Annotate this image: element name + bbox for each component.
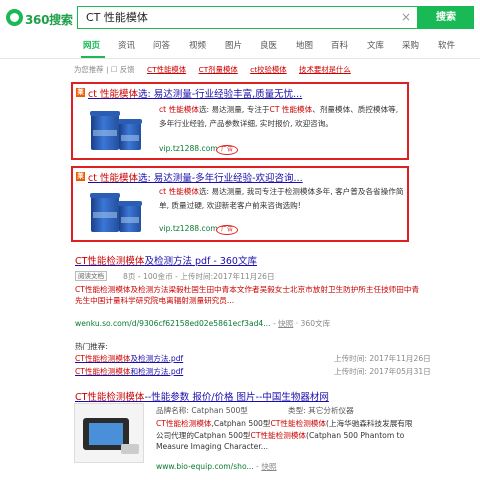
related-link[interactable]: CT性能检测模体和检测方法.pdf <box>75 366 183 377</box>
recommend-link[interactable]: 技术要材是什么 <box>299 65 351 74</box>
tab-purchase[interactable]: 采购 <box>402 39 419 51</box>
recommend-label: 为您推荐 <box>74 65 104 74</box>
search-button[interactable]: 搜索 <box>418 6 474 29</box>
doc-meta: 8页 - 100金币 - 上传时间:2017年11月26日 <box>123 272 275 281</box>
tab-health[interactable]: 良医 <box>260 39 277 51</box>
recommend-link[interactable]: ct校验模体 <box>250 65 287 74</box>
ad-url[interactable]: vip.tz1288.com <box>159 224 218 233</box>
snapshot-link[interactable]: 快照 <box>278 319 293 328</box>
related-link[interactable]: CT性能检测模体及检测方法.pdf <box>75 353 183 364</box>
ad-result-2: 莱 ct 性能模体选: 易达测量-多年行业经验-欢迎咨询... ct 性能模体选… <box>71 166 409 242</box>
search-box[interactable]: × <box>77 6 418 29</box>
type-field: 类型: 其它分析仪器 <box>288 406 354 415</box>
ad-title[interactable]: ct 性能模体选: 易达测量-多年行业经验-欢迎咨询... <box>88 170 303 184</box>
tab-web[interactable]: 网页 <box>83 39 100 51</box>
read-doc-tag[interactable]: 阅读文档 <box>75 271 107 281</box>
recommend-bar: 为您推荐 | ☐ 反馈 CT性能模体 CT剂量模体 ct校验模体 技术要材是什么 <box>74 64 351 75</box>
tab-baike[interactable]: 百科 <box>331 39 348 51</box>
doc-description: CT性能检测模体及检测方法梁毅杜国生田中青本文作者吴毅女士北京市放射卫生防护所主… <box>75 285 420 305</box>
library-link[interactable]: 360文库 <box>301 319 331 328</box>
logo-icon <box>6 9 23 26</box>
feedback-link[interactable]: 反馈 <box>120 65 135 74</box>
tab-bar: 网页 资讯 问答 视频 图片 良医 地图 百科 文库 采购 软件 <box>0 39 480 57</box>
product-image[interactable] <box>85 186 151 238</box>
tab-video[interactable]: 视频 <box>189 39 206 51</box>
related-heading: 热门推荐: <box>75 342 108 351</box>
snapshot-link[interactable]: 快照 <box>261 462 276 471</box>
tab-wenku[interactable]: 文库 <box>367 39 384 51</box>
logo-text: 360搜索 <box>25 13 73 27</box>
ad-icon: 莱 <box>76 172 85 181</box>
ad-title[interactable]: ct 性能模体选: 易达测量-行业经验丰富,质量无忧... <box>88 86 302 100</box>
doc-url[interactable]: wenku.so.com/d/9306cf62158ed02e5861ecf3a… <box>75 318 330 329</box>
ad-result-1: 莱 ct 性能模体选: 易达测量-行业经验丰富,质量无忧... ct 性能模体选… <box>71 82 409 160</box>
tab-images[interactable]: 图片 <box>225 39 242 51</box>
tab-software[interactable]: 软件 <box>438 39 455 51</box>
ad-badge: 广告 <box>216 225 238 235</box>
tab-qa[interactable]: 问答 <box>153 39 170 51</box>
product-image[interactable] <box>85 104 151 156</box>
tab-news[interactable]: 资讯 <box>118 39 135 51</box>
ad-badge: 广告 <box>216 145 238 155</box>
feedback-icon[interactable]: ☐ <box>111 65 118 74</box>
product-thumbnail[interactable] <box>74 403 144 463</box>
ad-icon: 莱 <box>76 88 85 97</box>
clear-icon[interactable]: × <box>401 10 411 24</box>
related-date: 上传时间: 2017年05月31日 <box>334 367 431 376</box>
doc-meta-row: 阅读文档 <box>75 270 107 281</box>
doc-title[interactable]: CT性能检测模体及检测方法 pdf - 360文库 <box>75 253 257 267</box>
search-input[interactable] <box>86 10 386 23</box>
related-date: 上传时间: 2017年11月26日 <box>334 354 431 363</box>
result-description: CT性能检测模体,Catphan 500型CT性能检测模体(上海华驰森科技发展有… <box>156 419 413 451</box>
ad-description: ct 性能模体选: 易达测量, 专注于CT 性能模体、剂量模体、质控模体等, 多… <box>159 105 399 128</box>
result-url[interactable]: www.bio-equip.com/sho... - 快照 <box>156 461 277 472</box>
brand-field: 品牌名称: Catphan 500型 <box>156 406 248 415</box>
tab-map[interactable]: 地图 <box>296 39 313 51</box>
logo[interactable]: 360搜索 <box>6 7 76 29</box>
header-divider <box>0 58 480 59</box>
recommend-link[interactable]: CT性能模体 <box>147 65 186 74</box>
result-title[interactable]: CT性能检测模体--性能参数 报价/价格 图片--中国生物器材网 <box>75 389 329 403</box>
recommend-link[interactable]: CT剂量模体 <box>199 65 238 74</box>
ad-description: ct 性能模体选: 易达测量, 我司专注于检测模体多年, 客户普及各省操作简单,… <box>159 187 404 210</box>
ad-url[interactable]: vip.tz1288.com <box>159 144 218 153</box>
